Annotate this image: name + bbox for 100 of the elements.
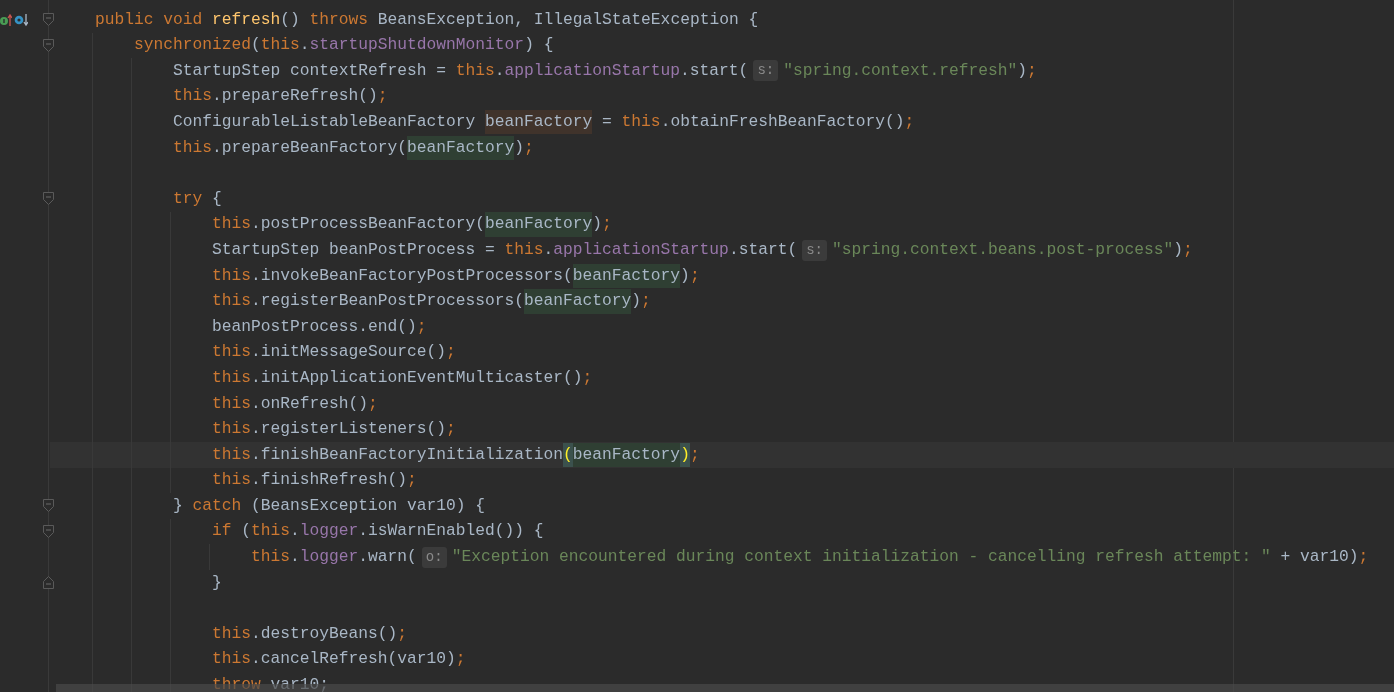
code-text: ): [680, 264, 690, 287]
code-text: BeansException, IllegalStateException {: [377, 8, 759, 31]
keyword-text: synchronized: [134, 34, 252, 57]
code-text: ): [631, 290, 642, 313]
overridden-icon[interactable]: [14, 12, 28, 27]
variable-usage: beanFactory: [572, 442, 681, 468]
code-text: StartupStep beanPostProcess =: [212, 238, 496, 261]
string-literal: "spring.context.refresh": [783, 59, 1018, 82]
keyword-text: this: [212, 290, 251, 313]
parameter-hint: s:: [753, 60, 779, 82]
code-text: .: [290, 546, 300, 569]
code-text: .isWarnEnabled()) {: [358, 520, 544, 543]
code-text: ): [1017, 59, 1027, 82]
code-text: ): [1173, 238, 1184, 261]
keyword-text: this: [212, 392, 251, 415]
fold-icon[interactable]: [43, 576, 54, 590]
code-text: .initApplicationEventMulticaster(): [251, 366, 583, 389]
field-name: applicationStartup: [504, 59, 681, 82]
code-text: StartupStep contextRefresh =: [173, 59, 448, 82]
keyword-text: ;: [1183, 238, 1193, 261]
parameter-hint: o:: [421, 546, 447, 568]
variable-usage: beanFactory: [407, 135, 515, 160]
keyword-text: this: [621, 111, 661, 133]
keyword-text: this: [251, 520, 291, 543]
keyword-text: this: [212, 418, 251, 441]
keyword-text: ;: [455, 648, 466, 671]
fold-icon[interactable]: [43, 13, 54, 26]
keyword-text: ;: [602, 213, 612, 236]
method-name: refresh: [212, 8, 281, 31]
keyword-text: ;: [689, 264, 700, 287]
code-text: beanPostProcess.end(): [212, 315, 417, 338]
keyword-text: this: [173, 85, 212, 108]
string-literal: "spring.context.beans.post-process": [831, 238, 1174, 261]
fold-icon[interactable]: [43, 192, 54, 206]
keyword-text: ;: [689, 443, 700, 466]
code-text: + var10): [1279, 546, 1359, 569]
string-literal: "Exception encountered during context initialization - cancelling refresh attempt: ": [451, 546, 1271, 569]
keyword-text: this: [212, 366, 251, 389]
code-text: =: [601, 111, 613, 133]
keyword-text: throw: [212, 674, 262, 692]
code-text: .finishRefresh(): [251, 469, 408, 492]
variable-usage: beanFactory: [485, 212, 593, 237]
fold-icon[interactable]: [43, 38, 54, 52]
code-text: var10;: [270, 674, 330, 692]
code-text: .start(: [728, 238, 798, 261]
code-text: .prepareBeanFactory(: [212, 136, 408, 159]
code-text: .destroyBeans(): [251, 622, 398, 645]
keyword-text: if: [212, 520, 233, 543]
variable-usage: beanFactory: [572, 263, 681, 288]
code-text: .: [494, 59, 505, 82]
keyword-text: this: [212, 469, 251, 492]
code-text: .prepareRefresh(): [212, 85, 378, 108]
keyword-text: this: [212, 648, 251, 671]
code-text: .finishBeanFactoryInitialization: [251, 443, 564, 466]
code-text: }: [173, 494, 184, 517]
code-text: .registerBeanPostProcessors(: [251, 290, 525, 313]
code-text: .: [543, 238, 554, 261]
field-name: startupShutdownMonitor: [309, 34, 525, 57]
code-text: ) {: [524, 34, 554, 57]
code-text: (: [241, 520, 252, 543]
keyword-text: ;: [446, 341, 456, 364]
keyword-text: ;: [904, 111, 915, 133]
code-text: .start(: [680, 59, 749, 82]
code-text: {: [212, 187, 222, 210]
implements-icon[interactable]: [0, 12, 12, 27]
code-text: .cancelRefresh(var10): [251, 648, 456, 671]
code-text: .onRefresh(): [251, 392, 369, 415]
keyword-text: this: [212, 443, 251, 466]
code-text: (): [280, 8, 301, 31]
keyword-text: ;: [377, 85, 388, 108]
fold-icon[interactable]: [43, 499, 54, 513]
code-text: .postProcessBeanFactory(: [251, 213, 486, 236]
keyword-text: ;: [416, 315, 427, 338]
keyword-text: this: [212, 264, 251, 287]
keyword-text: ;: [641, 290, 651, 313]
variable-usage: beanFactory: [485, 110, 593, 135]
keyword-text: catch: [192, 494, 243, 517]
code-text: .: [299, 34, 310, 57]
keyword-text: ;: [1358, 546, 1369, 569]
field-name: logger: [299, 520, 359, 543]
code-text: .warn(: [358, 546, 417, 569]
keyword-text: public void: [95, 8, 204, 31]
keyword-text: this: [212, 341, 251, 364]
keyword-text: this: [212, 622, 251, 645]
keyword-text: ;: [397, 622, 408, 645]
keyword-text: ;: [582, 366, 593, 389]
field-name: logger: [299, 546, 359, 569]
keyword-text: this: [504, 238, 544, 261]
matched-brace: ): [680, 442, 690, 468]
code-text: .invokeBeanFactoryPostProcessors(: [251, 264, 573, 287]
keyword-text: ;: [368, 392, 378, 415]
code-text: .initMessageSource(): [251, 341, 447, 364]
keyword-text: this: [455, 59, 495, 82]
code-text: ConfigurableListableBeanFactory: [173, 111, 477, 133]
keyword-text: this: [212, 213, 251, 236]
keyword-text: ;: [407, 469, 417, 492]
code-text: ): [592, 213, 603, 236]
fold-icon[interactable]: [43, 524, 54, 538]
code-text: .registerListeners(): [251, 418, 447, 441]
keyword-text: this: [251, 546, 290, 569]
